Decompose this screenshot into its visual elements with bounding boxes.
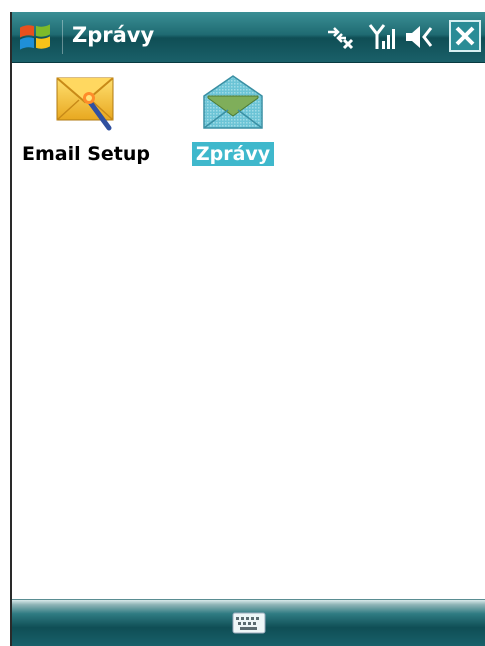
device-screen: Zprávy Email Setup Zprávy [10,12,485,646]
windows-start-icon[interactable] [16,18,54,56]
app-label-email-setup: Email Setup [21,143,151,165]
close-button[interactable] [449,20,481,52]
signal-icon[interactable] [368,22,396,52]
title-separator [62,20,63,54]
close-icon [455,26,475,46]
keyboard-icon[interactable] [232,611,266,635]
envelope-icon [203,75,263,129]
bottom-menu-bar [12,599,485,646]
connectivity-icon[interactable] [324,22,356,52]
app-email-setup[interactable]: Email Setup [16,68,156,166]
window-title: Zprávy [72,23,155,47]
title-bar: Zprávy [12,12,485,63]
volume-icon[interactable] [404,22,438,52]
app-zpravy[interactable]: Zprávy [188,68,278,166]
app-label-zpravy: Zprávy [191,142,275,166]
email-setup-icon [56,77,114,131]
